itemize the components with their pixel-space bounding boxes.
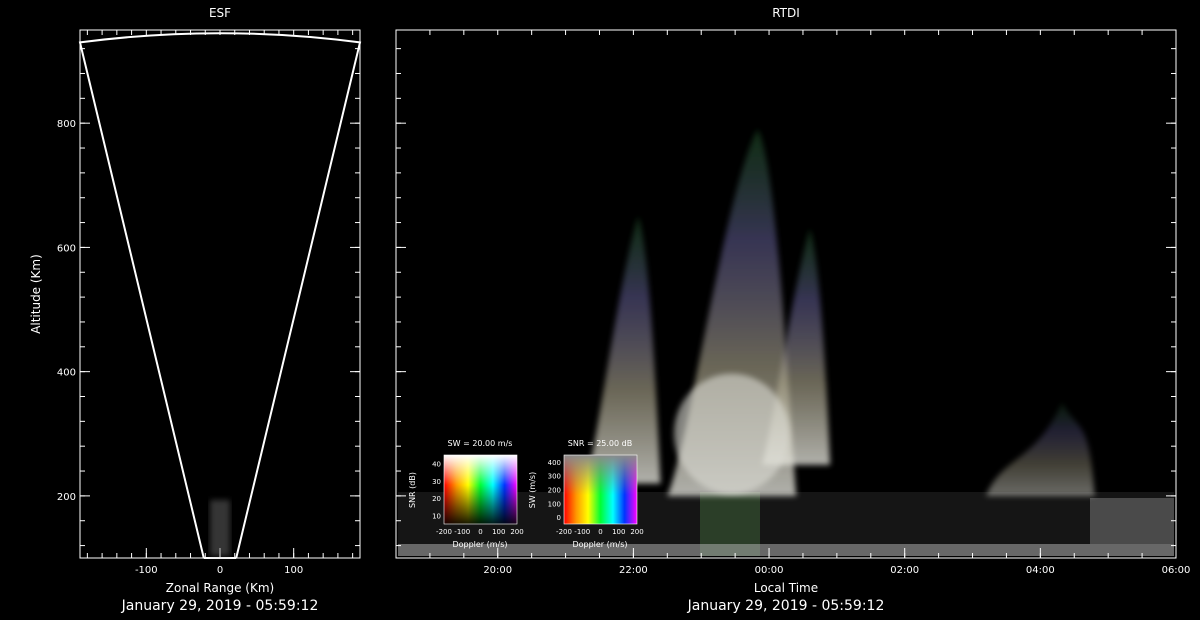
legend-y-tick-label: 30 [432,478,441,486]
esf-fan-outline [78,32,362,559]
esf-x-tick-label: -100 [135,565,158,576]
legend-y-tick-label: 300 [548,473,561,481]
rtdi-x-label: Local Time [754,581,818,595]
legend1-title: SW = 20.00 m/s [448,439,513,448]
esf-y-tick-label: 600 [57,243,76,254]
legend-x-tick-label: 200 [510,528,523,536]
legend-y-tick-label: 100 [548,500,561,508]
rtdi-panel: RTDI 20:00 22:00 00:00 02:00 04:00 06:00 Loca… [395,6,1191,595]
rtdi-bright-echo [674,373,790,494]
legend-x-tick-label: -200 [556,528,572,536]
rtdi-x-tick-label: 20:00 [483,565,512,576]
rtdi-x-tick-label: 22:00 [619,565,648,576]
esf-panel: ESF 200 400 600 800 -100 0 100 Altitude (Km) Z… [29,6,362,595]
legend1-x-label: Doppler (m/s) [452,540,507,549]
esf-title: ESF [209,6,231,20]
esf-y-label: Altitude (Km) [29,254,43,334]
rtdi-title: RTDI [772,6,800,20]
legend-x-tick-label: -200 [436,528,452,536]
legend-x-tick-label: -100 [574,528,590,536]
legend2-title: SNR = 25.00 dB [568,439,632,448]
rtdi-timestamp: January 29, 2019 - 05:59:12 [687,598,885,614]
legend2-x-label: Doppler (m/s) [572,540,627,549]
legend-x-tick-label: 0 [478,528,482,536]
legend-x-tick-label: 100 [492,528,505,536]
legend-y-tick-label: 10 [432,512,441,520]
radar-figure: ESF 200400600800-100 0 100 Altitude (Km) Z… [29,6,1191,595]
esf-ticks: 200 400 600 800 -100 0 100 [57,30,360,576]
esf-y-tick-label: 800 [57,119,76,130]
esf-x-label: Zonal Range (Km) [166,581,274,595]
rtdi-x-tick-label: 00:00 [755,565,784,576]
esf-timestamp: January 29, 2019 - 05:59:12 [121,598,319,614]
rtdi-x-tick-label: 06:00 [1162,565,1191,576]
legend-y-tick-label: 40 [432,461,441,469]
esf-y-tick-label: 400 [57,368,76,379]
legend-x-tick-label: -100 [454,528,470,536]
legend2-y-label: SW (m/s) [528,472,537,508]
esf-y-tick-label: 200 [57,492,76,503]
esf-echo [210,500,230,556]
rtdi-plume [986,402,1095,496]
legend-y-tick-label: 20 [432,495,441,503]
rtdi-x-tick-label: 04:00 [1026,565,1055,576]
esf-x-tick-label: 0 [217,565,223,576]
legend-x-tick-label: 0 [598,528,602,536]
esf-x-tick-label: 100 [284,565,303,576]
rtdi-x-tick-label: 02:00 [890,565,919,576]
legend1-y-label: SNR (dB) [408,472,417,508]
legend-y-tick-label: 0 [557,514,561,522]
legend-y-tick-label: 400 [548,459,561,467]
esf-axes-frame [79,29,361,559]
legend-x-tick-label: 100 [612,528,625,536]
legend-x-tick-label: 200 [630,528,643,536]
legend-y-tick-label: 200 [548,487,561,495]
